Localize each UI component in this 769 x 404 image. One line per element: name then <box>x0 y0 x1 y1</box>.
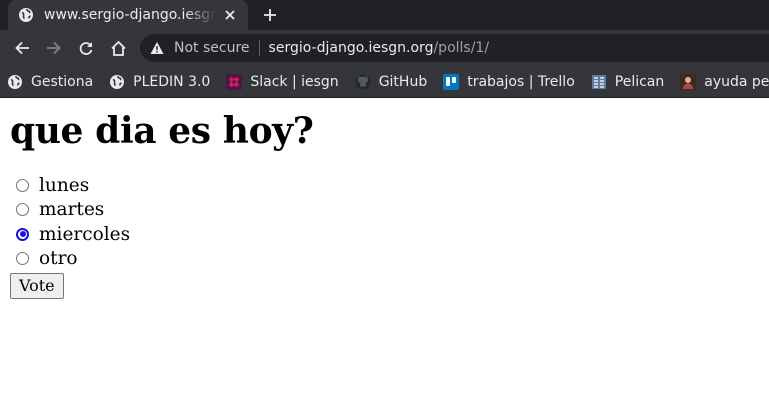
radio-miercoles[interactable] <box>16 227 29 241</box>
new-tab-plus-icon[interactable] <box>261 6 279 24</box>
globe-icon <box>18 7 34 23</box>
bookmark-trello[interactable]: trabajos | Trello <box>443 73 575 90</box>
pelican-icon <box>591 74 607 90</box>
browser-toolbar: Not secure sergio-django.iesgn.org/polls… <box>0 30 769 66</box>
browser-tab[interactable]: www.sergio-django.iesgn <box>8 0 248 30</box>
bookmark-label: trabajos | Trello <box>467 73 575 90</box>
choice-label[interactable]: miercoles <box>39 224 130 245</box>
home-icon[interactable] <box>109 39 127 57</box>
choice-label[interactable]: otro <box>39 248 78 269</box>
choice-lunes[interactable]: lunes <box>10 173 759 198</box>
tab-strip: www.sergio-django.iesgn <box>0 0 769 30</box>
choice-martes[interactable]: martes <box>10 198 759 223</box>
warning-icon[interactable] <box>150 41 164 55</box>
globe-icon <box>109 74 125 90</box>
globe-icon <box>7 74 23 90</box>
bookmark-github[interactable]: GitHub <box>355 73 428 90</box>
bookmark-label: Pelican <box>614 73 665 90</box>
vote-button[interactable]: Vote <box>10 273 64 299</box>
bookmark-slack[interactable]: Slack | iesgn <box>226 73 339 90</box>
choice-miercoles[interactable]: miercoles <box>10 222 759 247</box>
url-host: sergio-django.iesgn.org <box>268 40 434 56</box>
choice-label[interactable]: lunes <box>39 175 89 196</box>
bookmark-label: ayuda peli <box>704 73 769 90</box>
close-icon[interactable] <box>222 7 238 23</box>
radio-lunes[interactable] <box>16 178 29 192</box>
address-bar[interactable]: Not secure sergio-django.iesgn.org/polls… <box>140 34 769 62</box>
github-icon <box>355 74 371 90</box>
poll-question: que dia es hoy? <box>10 110 314 152</box>
url-path: /polls/1/ <box>433 40 490 56</box>
trello-icon <box>443 73 460 90</box>
bookmark-pledin[interactable]: PLEDIN 3.0 <box>109 74 210 90</box>
url-text[interactable]: sergio-django.iesgn.org/polls/1/ <box>269 40 490 56</box>
bookmark-gestiona[interactable]: Gestiona <box>7 74 93 90</box>
bookmark-label: PLEDIN 3.0 <box>133 73 211 90</box>
bookmarks-bar: Gestiona PLEDIN 3.0 Slack | iesgn GitHub… <box>0 66 769 98</box>
page-content: que dia es hoy? lunes martes miercoles o… <box>0 111 769 299</box>
tab-title: www.sergio-django.iesgn <box>44 7 216 23</box>
choice-label[interactable]: martes <box>39 199 104 220</box>
choice-otro[interactable]: otro <box>10 247 759 272</box>
radio-martes[interactable] <box>16 203 29 217</box>
back-arrow-icon[interactable] <box>13 39 31 57</box>
radio-otro[interactable] <box>16 252 29 266</box>
not-secure-label[interactable]: Not secure <box>174 40 250 56</box>
bookmark-label: Slack | iesgn <box>250 73 339 90</box>
slack-icon <box>226 73 243 90</box>
forward-arrow-icon[interactable] <box>45 39 63 57</box>
bookmark-pelican[interactable]: Pelican <box>591 73 665 90</box>
ayuda-icon <box>680 73 697 90</box>
bookmark-label: GitHub <box>378 73 428 90</box>
bookmark-label: Gestiona <box>31 73 94 90</box>
bookmark-ayuda[interactable]: ayuda peli <box>680 73 769 90</box>
reload-icon[interactable] <box>77 39 95 57</box>
vote-form: lunes martes miercoles otro Vote <box>10 173 759 299</box>
omnibox-divider <box>258 40 260 56</box>
